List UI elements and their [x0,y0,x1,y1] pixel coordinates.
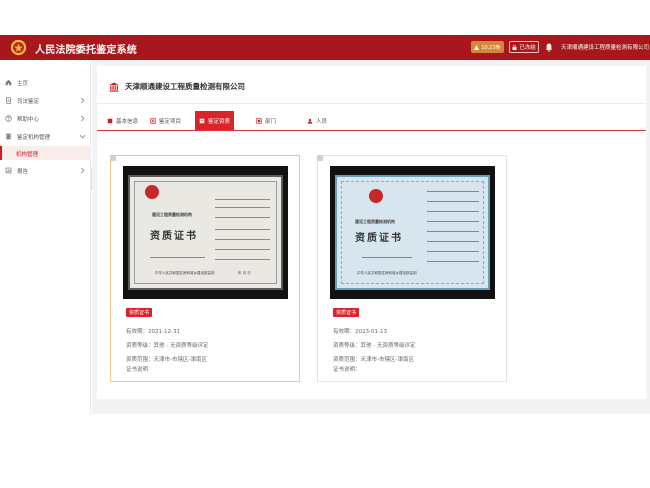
freeze-pill[interactable]: 已冻结 [509,41,539,53]
chevron-down-icon [79,134,86,139]
document-icon [6,97,11,104]
warning-icon [474,44,480,50]
valid-period: 有效期：2021-12-31 [126,329,180,335]
divider [97,103,646,104]
sidebar-subitem-org-management[interactable]: 机构管理 [0,146,91,160]
sidebar-item-report[interactable]: 报告 [0,162,91,179]
company-header: 天津顺通建设工程质量检测有限公司 [109,81,245,92]
certificate-document: 建设工程质量检测机构 资质证书 中华人民共和国住房和城乡建设部监制 [335,175,490,290]
tab-projects[interactable]: 鉴定项目 [150,111,181,130]
sidebar-item-label: 帮助中心 [17,116,40,123]
qualification-card[interactable]: 建设工程质量检测机构 资质证书 中华人民共和国住房和城乡建设部监制 资质证书 有… [317,155,507,382]
certificate-document: 建设工程质量检测机构 资质证书 中华人民共和国住房和城乡建设部监制 年 月 日 [128,175,283,290]
cert-heading: 资质证书 [355,233,403,244]
sidebar-item-institution[interactable]: 鉴定机构管理 [0,128,91,145]
card-checkbox[interactable] [110,155,116,161]
tab-qualifications[interactable]: 鉴定资质 [195,111,235,130]
info-icon [107,118,113,123]
valid-period: 有效期：2023-01-13 [333,329,387,335]
qualification-level: 资质等级：其他 - 无资质等级评定 [126,343,209,349]
report-icon [5,167,12,174]
org-name[interactable]: 天津顺通建设工程质量检测有限公司 [561,43,649,51]
chevron-right-icon [80,115,85,122]
sidebar-item-judicial[interactable]: 司法鉴定 [0,92,91,109]
cert-footer: 中华人民共和国住房和城乡建设部监制 [155,271,215,275]
sidebar-item-label: 报告 [17,168,29,175]
sidebar-item-label: 主页 [17,80,29,87]
national-emblem-icon [145,185,159,199]
qualification-level: 资质等级：其他 - 无资质等级评定 [333,343,416,349]
alert-label: 10,23条 [481,44,501,51]
status-badge: 资质证书 [333,308,360,317]
institution-icon [109,82,119,92]
list-icon [150,117,156,124]
company-name: 天津顺通建设工程质量检测有限公司 [125,82,245,91]
building-icon [6,133,11,140]
bell-icon[interactable] [545,43,553,52]
certificate-note: 证书说明 [126,367,149,373]
cert-org: 建设工程质量检测机构 [152,212,192,217]
tab-label: 部门 [265,118,277,125]
qualification-scope: 资质范围：天津市-市辖区-津南区 [126,357,207,363]
sidebar-item-label: 鉴定机构管理 [17,134,51,141]
lock-icon [512,44,517,50]
department-icon [256,117,262,124]
court-emblem-icon [10,39,27,56]
tab-departments[interactable]: 部门 [256,111,276,130]
sidebar-item-help[interactable]: 帮助中心 [0,110,91,127]
sidebar-item-home[interactable]: 主页 [0,74,91,91]
sidebar: 主页 司法鉴定 帮助中心 鉴定机构管理 机构管理 报告 [0,60,91,414]
status-badge: 资质证书 [126,308,153,317]
tab-personnel[interactable]: 人员 [307,111,327,130]
certificate-note: 证书说明： [333,367,361,373]
certificate-icon [199,118,205,123]
tab-basic-info[interactable]: 基本信息 [107,111,138,130]
sidebar-subitem-label: 机构管理 [16,152,39,158]
qualification-scope: 资质范围：天津市-市辖区-津南区 [333,357,414,363]
tab-label: 鉴定资质 [208,118,231,125]
card-checkbox[interactable] [317,155,323,161]
chevron-right-icon [80,97,85,104]
tab-bar: 基本信息 鉴定项目 鉴定资质 部门 人员 [97,111,646,131]
tab-label: 人员 [316,118,328,125]
freeze-label: 已冻结 [519,45,536,51]
user-icon [307,118,313,124]
cert-footer: 中华人民共和国住房和城乡建设部监制 [357,271,417,275]
chevron-right-icon [80,167,85,174]
app-title: 人民法院委托鉴定系统 [35,45,137,56]
certificate-image[interactable]: 建设工程质量检测机构 资质证书 中华人民共和国住房和城乡建设部监制 [330,166,495,299]
certificate-image[interactable]: 建设工程质量检测机构 资质证书 中华人民共和国住房和城乡建设部监制 年 月 日 [123,166,288,299]
alert-pill[interactable]: 10,23条 [471,41,504,53]
sidebar-item-label: 司法鉴定 [17,98,40,105]
cert-org: 建设工程质量检测机构 [355,219,395,224]
national-emblem-icon [369,189,383,203]
app-header: 人民法院委托鉴定系统 10,23条 已冻结 天津顺通建设工程质量检测有限公司 [0,35,650,60]
tab-label: 基本信息 [116,118,139,125]
help-icon [5,115,12,122]
tab-label: 鉴定项目 [159,118,182,125]
cert-date: 年 月 日 [238,271,251,275]
home-icon [5,79,12,86]
qualification-card[interactable]: 建设工程质量检测机构 资质证书 中华人民共和国住房和城乡建设部监制 年 月 日 … [110,155,300,382]
cert-heading: 资质证书 [150,231,198,242]
